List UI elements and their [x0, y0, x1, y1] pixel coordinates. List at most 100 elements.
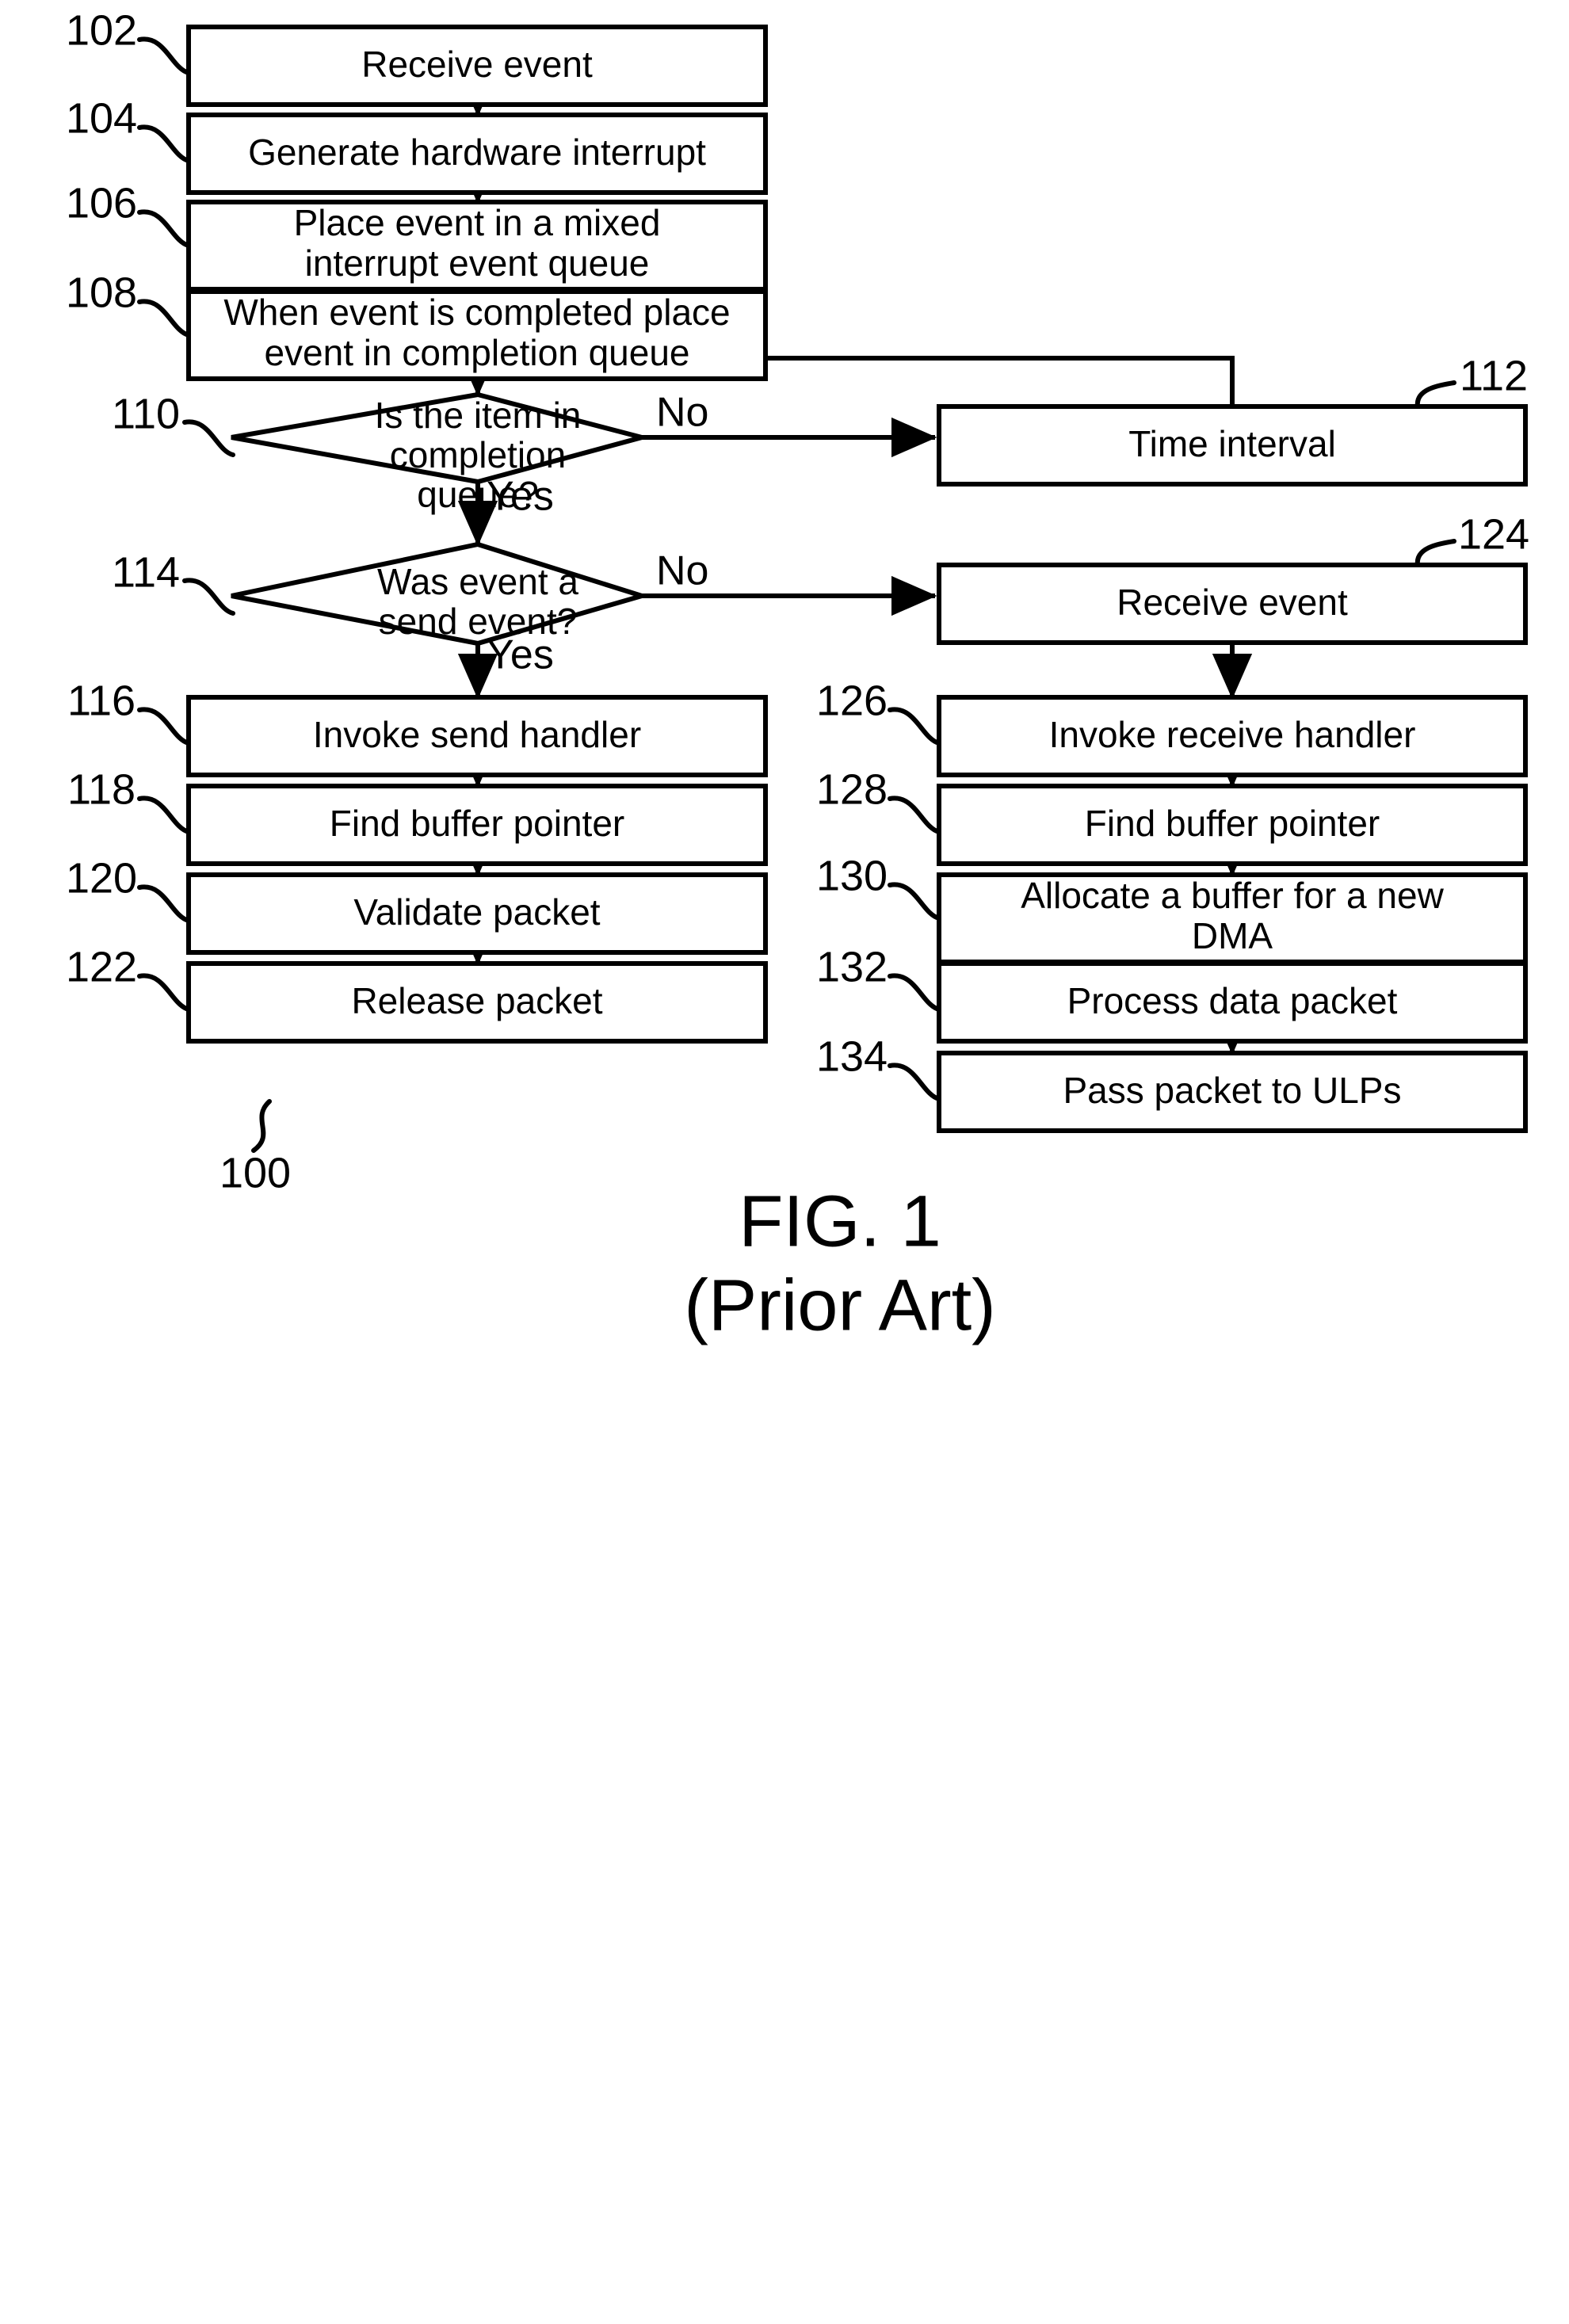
- ref-134-leader: [888, 1063, 941, 1101]
- ref-122-number: 122: [66, 943, 137, 990]
- ref-120-number: 120: [66, 854, 137, 902]
- ref-124: 124: [1414, 510, 1529, 567]
- node-114[interactable]: Was event a send event?: [231, 541, 651, 647]
- ref-108-leader: [137, 299, 191, 338]
- node-132-label: Process data packet: [1067, 980, 1398, 1021]
- node-124-label: Receive event: [1117, 582, 1348, 623]
- node-112[interactable]: Time interval: [937, 404, 1528, 487]
- branch-110-no-label: No: [656, 390, 708, 436]
- node-110[interactable]: Is the item in completion queue?: [231, 391, 651, 515]
- node-130[interactable]: Allocate a buffer for a new DMA: [937, 872, 1528, 964]
- node-130-label-line2: DMA: [1192, 915, 1273, 956]
- branch-110-yes-label: Yes: [487, 474, 554, 520]
- node-104-label: Generate hardware interrupt: [248, 132, 706, 173]
- node-120-label: Validate packet: [353, 891, 600, 933]
- ref-132-number: 132: [816, 943, 888, 990]
- ref-110: 110: [112, 390, 235, 457]
- ref-106-number: 106: [66, 179, 137, 227]
- node-126-label: Invoke receive handler: [1049, 714, 1416, 755]
- ref-110-leader: [182, 419, 235, 457]
- ref-122-leader: [137, 973, 191, 1012]
- node-106-label-line1: Place event in a mixed: [294, 202, 661, 243]
- node-134[interactable]: Pass packet to ULPs: [937, 1051, 1528, 1133]
- node-130-label-line1: Allocate a buffer for a new: [1021, 875, 1444, 916]
- ref-128: 128: [816, 765, 941, 834]
- node-106-label-line2: interrupt event queue: [305, 242, 650, 284]
- ref-116: 116: [67, 677, 191, 746]
- ref-100-leader: [251, 1099, 272, 1153]
- ref-118: 118: [67, 765, 191, 834]
- ref-106: 106: [66, 179, 191, 248]
- ref-114-leader: [182, 578, 235, 616]
- node-118[interactable]: Find buffer pointer: [186, 784, 768, 866]
- ref-134: 134: [816, 1032, 941, 1101]
- figure-caption-line2: (Prior Art): [684, 1265, 996, 1345]
- ref-110-number: 110: [112, 390, 180, 437]
- ref-112-number: 112: [1460, 352, 1528, 399]
- node-108[interactable]: When event is completed place event in c…: [186, 289, 768, 381]
- ref-114: 114: [112, 548, 235, 616]
- node-104[interactable]: Generate hardware interrupt: [186, 113, 768, 195]
- ref-124-number: 124: [1458, 510, 1529, 558]
- node-132[interactable]: Process data packet: [937, 961, 1528, 1044]
- ref-126-number: 126: [816, 677, 888, 724]
- ref-132-leader: [888, 973, 941, 1012]
- ref-130: 130: [816, 852, 941, 921]
- ref-102-leader: [137, 36, 191, 75]
- node-112-label: Time interval: [1128, 423, 1336, 464]
- node-128-label: Find buffer pointer: [1085, 803, 1380, 844]
- ref-112-leader: [1414, 380, 1456, 409]
- ref-118-leader: [137, 796, 191, 834]
- ref-114-number: 114: [112, 548, 180, 596]
- node-114-label-line1: Was event a: [377, 561, 578, 602]
- ref-126: 126: [816, 677, 941, 746]
- ref-128-number: 128: [816, 765, 888, 813]
- ref-120: 120: [66, 854, 191, 923]
- node-128[interactable]: Find buffer pointer: [937, 784, 1528, 866]
- node-134-label: Pass packet to ULPs: [1063, 1070, 1402, 1111]
- ref-112: 112: [1414, 352, 1528, 409]
- figure-caption: FIG. 1 (Prior Art): [684, 1181, 996, 1345]
- ref-128-leader: [888, 796, 941, 834]
- node-108-label-line1: When event is completed place: [223, 292, 730, 333]
- node-118-label: Find buffer pointer: [330, 803, 625, 844]
- ref-132: 132: [816, 943, 941, 1012]
- node-124[interactable]: Receive event: [937, 563, 1528, 645]
- node-116-label: Invoke send handler: [313, 714, 641, 755]
- ref-120-leader: [137, 884, 191, 923]
- ref-106-leader: [137, 209, 191, 248]
- node-106[interactable]: Place event in a mixed interrupt event q…: [186, 200, 768, 292]
- ref-104-leader: [137, 124, 191, 163]
- ref-116-number: 116: [67, 677, 136, 724]
- ref-100: 100: [220, 1099, 291, 1196]
- node-116[interactable]: Invoke send handler: [186, 695, 768, 777]
- branch-114-yes-label: Yes: [487, 632, 554, 678]
- ref-126-leader: [888, 707, 941, 746]
- ref-122: 122: [66, 943, 191, 1012]
- node-102[interactable]: Receive event: [186, 25, 768, 107]
- figure-root: Receive event 102 Generate hardware inte…: [0, 0, 1569, 2324]
- ref-116-leader: [137, 707, 191, 746]
- ref-102-number: 102: [66, 6, 137, 54]
- ref-108: 108: [66, 269, 191, 338]
- node-110-label-line2: completion: [390, 434, 566, 475]
- branch-114-no-label: No: [656, 548, 708, 594]
- ref-134-number: 134: [816, 1032, 888, 1080]
- node-122[interactable]: Release packet: [186, 961, 768, 1044]
- figure-caption-line1: FIG. 1: [739, 1181, 941, 1261]
- node-102-label: Receive event: [361, 44, 593, 85]
- node-126[interactable]: Invoke receive handler: [937, 695, 1528, 777]
- ref-124-leader: [1414, 539, 1456, 567]
- node-110-label-line1: Is the item in: [375, 395, 582, 436]
- ref-104-number: 104: [66, 94, 137, 142]
- node-108-label-line2: event in completion queue: [264, 332, 689, 373]
- ref-130-number: 130: [816, 852, 888, 899]
- node-120[interactable]: Validate packet: [186, 872, 768, 955]
- ref-104: 104: [66, 94, 191, 163]
- ref-118-number: 118: [67, 765, 136, 813]
- ref-102: 102: [66, 6, 191, 75]
- ref-100-number: 100: [220, 1149, 291, 1196]
- flowchart-diagram: Receive event 102 Generate hardware inte…: [66, 6, 1529, 1345]
- ref-130-leader: [888, 882, 941, 921]
- ref-108-number: 108: [66, 269, 137, 316]
